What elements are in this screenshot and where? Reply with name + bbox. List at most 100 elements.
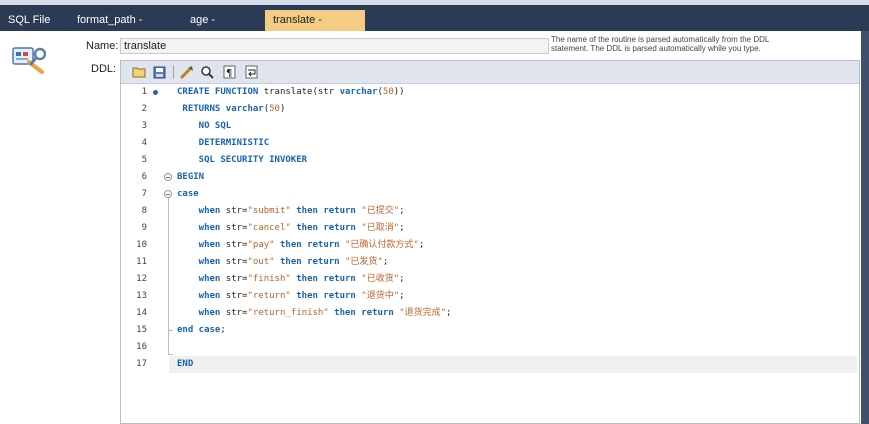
code-line[interactable]: 6 BEGIN: [121, 169, 859, 186]
code-token: then return: [290, 274, 362, 284]
code-token: 50: [269, 104, 280, 114]
code-token: ;: [446, 308, 452, 318]
line-number: 3: [141, 121, 147, 131]
code-token: str=: [225, 257, 248, 267]
find-icon[interactable]: [199, 64, 215, 80]
code-line[interactable]: 12 when str="finish" then return "已收货";: [121, 271, 859, 288]
code-token: end case: [177, 325, 221, 335]
fold-guide: [168, 198, 169, 336]
code-token: END: [177, 359, 194, 369]
code-line[interactable]: 16: [121, 339, 859, 356]
code-token: ;: [399, 274, 405, 284]
code-token: "已取消": [361, 223, 400, 233]
code-token: varchar: [339, 87, 378, 97]
code-text: END: [177, 356, 193, 373]
code-text: DETERMINISTIC: [177, 135, 269, 152]
code-token: SQL SECURITY INVOKER: [177, 155, 308, 165]
line-number: 6: [141, 172, 147, 182]
routine-name-input[interactable]: [120, 38, 549, 54]
line-number: 17: [136, 359, 147, 369]
fold-guide-end: [168, 354, 173, 355]
code-line[interactable]: 2 RETURNS varchar(50): [121, 101, 859, 118]
line-number: 9: [141, 223, 147, 233]
toolbar-separator: [173, 65, 174, 79]
code-token: then return: [290, 206, 362, 216]
code-line[interactable]: 17 END: [121, 356, 859, 373]
line-number: 4: [141, 138, 147, 148]
line-number: 16: [136, 342, 147, 352]
code-token: when: [177, 291, 226, 301]
code-token: str=: [225, 206, 248, 216]
invisible-chars-icon[interactable]: ¶: [221, 64, 237, 80]
code-text: when str="pay" then return "已确认付款方式";: [177, 237, 425, 254]
tab-age-routine[interactable]: age - Routine: [182, 10, 262, 47]
code-token: "return": [247, 291, 291, 301]
fold-toggle-icon[interactable]: [164, 190, 172, 198]
code-text: when str="cancel" then return "已取消";: [177, 220, 405, 237]
code-token: CREATE FUNCTION: [177, 87, 264, 97]
wrap-icon[interactable]: [243, 64, 259, 80]
tab-bar: SQL File 1* format_path - Routine age - …: [0, 5, 869, 47]
code-line[interactable]: 3 NO SQL: [121, 118, 859, 135]
code-token: translate(str: [263, 87, 340, 97]
code-line[interactable]: 4 DETERMINISTIC: [121, 135, 859, 152]
code-token: case: [177, 189, 199, 199]
code-token: ;: [382, 257, 389, 267]
code-token: "finish": [247, 274, 291, 284]
code-token: when: [177, 206, 226, 216]
code-token: "pay": [247, 240, 275, 250]
code-line[interactable]: 9 when str="cancel" then return "已取消";: [121, 220, 859, 237]
code-line[interactable]: 15 end case;: [121, 322, 859, 339]
tab-sql-file-1[interactable]: SQL File 1*: [0, 10, 66, 47]
code-token: when: [177, 308, 226, 318]
code-text: when str="return_finish" then return "退货…: [177, 305, 452, 322]
code-text: when str="out" then return "已发货";: [177, 254, 389, 271]
code-token: str=: [225, 308, 248, 318]
code-line[interactable]: 10 when str="pay" then return "已确认付款方式";: [121, 237, 859, 254]
fold-toggle-icon[interactable]: [164, 173, 172, 181]
save-icon[interactable]: [151, 64, 167, 80]
code-text: end case;: [177, 322, 226, 339]
line-number: 7: [141, 189, 147, 199]
code-text: RETURNS varchar(50): [177, 101, 285, 118]
code-token: when: [177, 257, 226, 267]
ddl-editor[interactable]: ¶ 1 CREATE FUNCTION translate(str varchar…: [120, 60, 860, 424]
code-token: ;: [418, 240, 425, 250]
code-line[interactable]: 7 case: [121, 186, 859, 203]
code-token: "已提交": [361, 206, 400, 216]
code-line[interactable]: 1 CREATE FUNCTION translate(str varchar(5…: [121, 84, 859, 101]
code-line[interactable]: 14 when str="return_finish" then return …: [121, 305, 859, 322]
line-number: 8: [141, 206, 147, 216]
code-token: then return: [328, 308, 400, 318]
code-token: then return: [274, 257, 346, 267]
tab-format-path-routine[interactable]: format_path - Routine: [69, 10, 177, 47]
code-token: str=: [225, 223, 248, 233]
code-token: then return: [290, 291, 362, 301]
code-line[interactable]: 13 when str="return" then return "退货中";: [121, 288, 859, 305]
beautify-icon[interactable]: [179, 64, 195, 80]
code-token: RETURNS: [177, 104, 226, 114]
code-token: ;: [399, 223, 405, 233]
fold-guide: [168, 331, 169, 355]
open-folder-icon[interactable]: [131, 64, 147, 80]
code-token: when: [177, 240, 226, 250]
line-number: 5: [141, 155, 147, 165]
code-text: when str="submit" then return "已提交";: [177, 203, 405, 220]
line-number: 14: [136, 308, 147, 318]
code-token: str=: [225, 240, 248, 250]
code-token: "out": [247, 257, 275, 267]
code-line[interactable]: 5 SQL SECURITY INVOKER: [121, 152, 859, 169]
code-token: when: [177, 223, 226, 233]
code-text: SQL SECURITY INVOKER: [177, 152, 307, 169]
code-line[interactable]: 8 when str="submit" then return "已提交";: [121, 203, 859, 220]
code-token: "submit": [247, 206, 291, 216]
code-text: BEGIN: [177, 169, 204, 186]
right-scroll-strip[interactable]: [861, 31, 869, 424]
code-token: )): [393, 87, 405, 97]
line-number: 12: [136, 274, 147, 284]
code-token: "cancel": [247, 223, 291, 233]
code-token: 50: [382, 87, 394, 97]
code-token: "退货中": [361, 291, 400, 301]
code-line[interactable]: 11 when str="out" then return "已发货";: [121, 254, 859, 271]
tab-translate-routine[interactable]: translate - Routine×: [265, 10, 365, 47]
